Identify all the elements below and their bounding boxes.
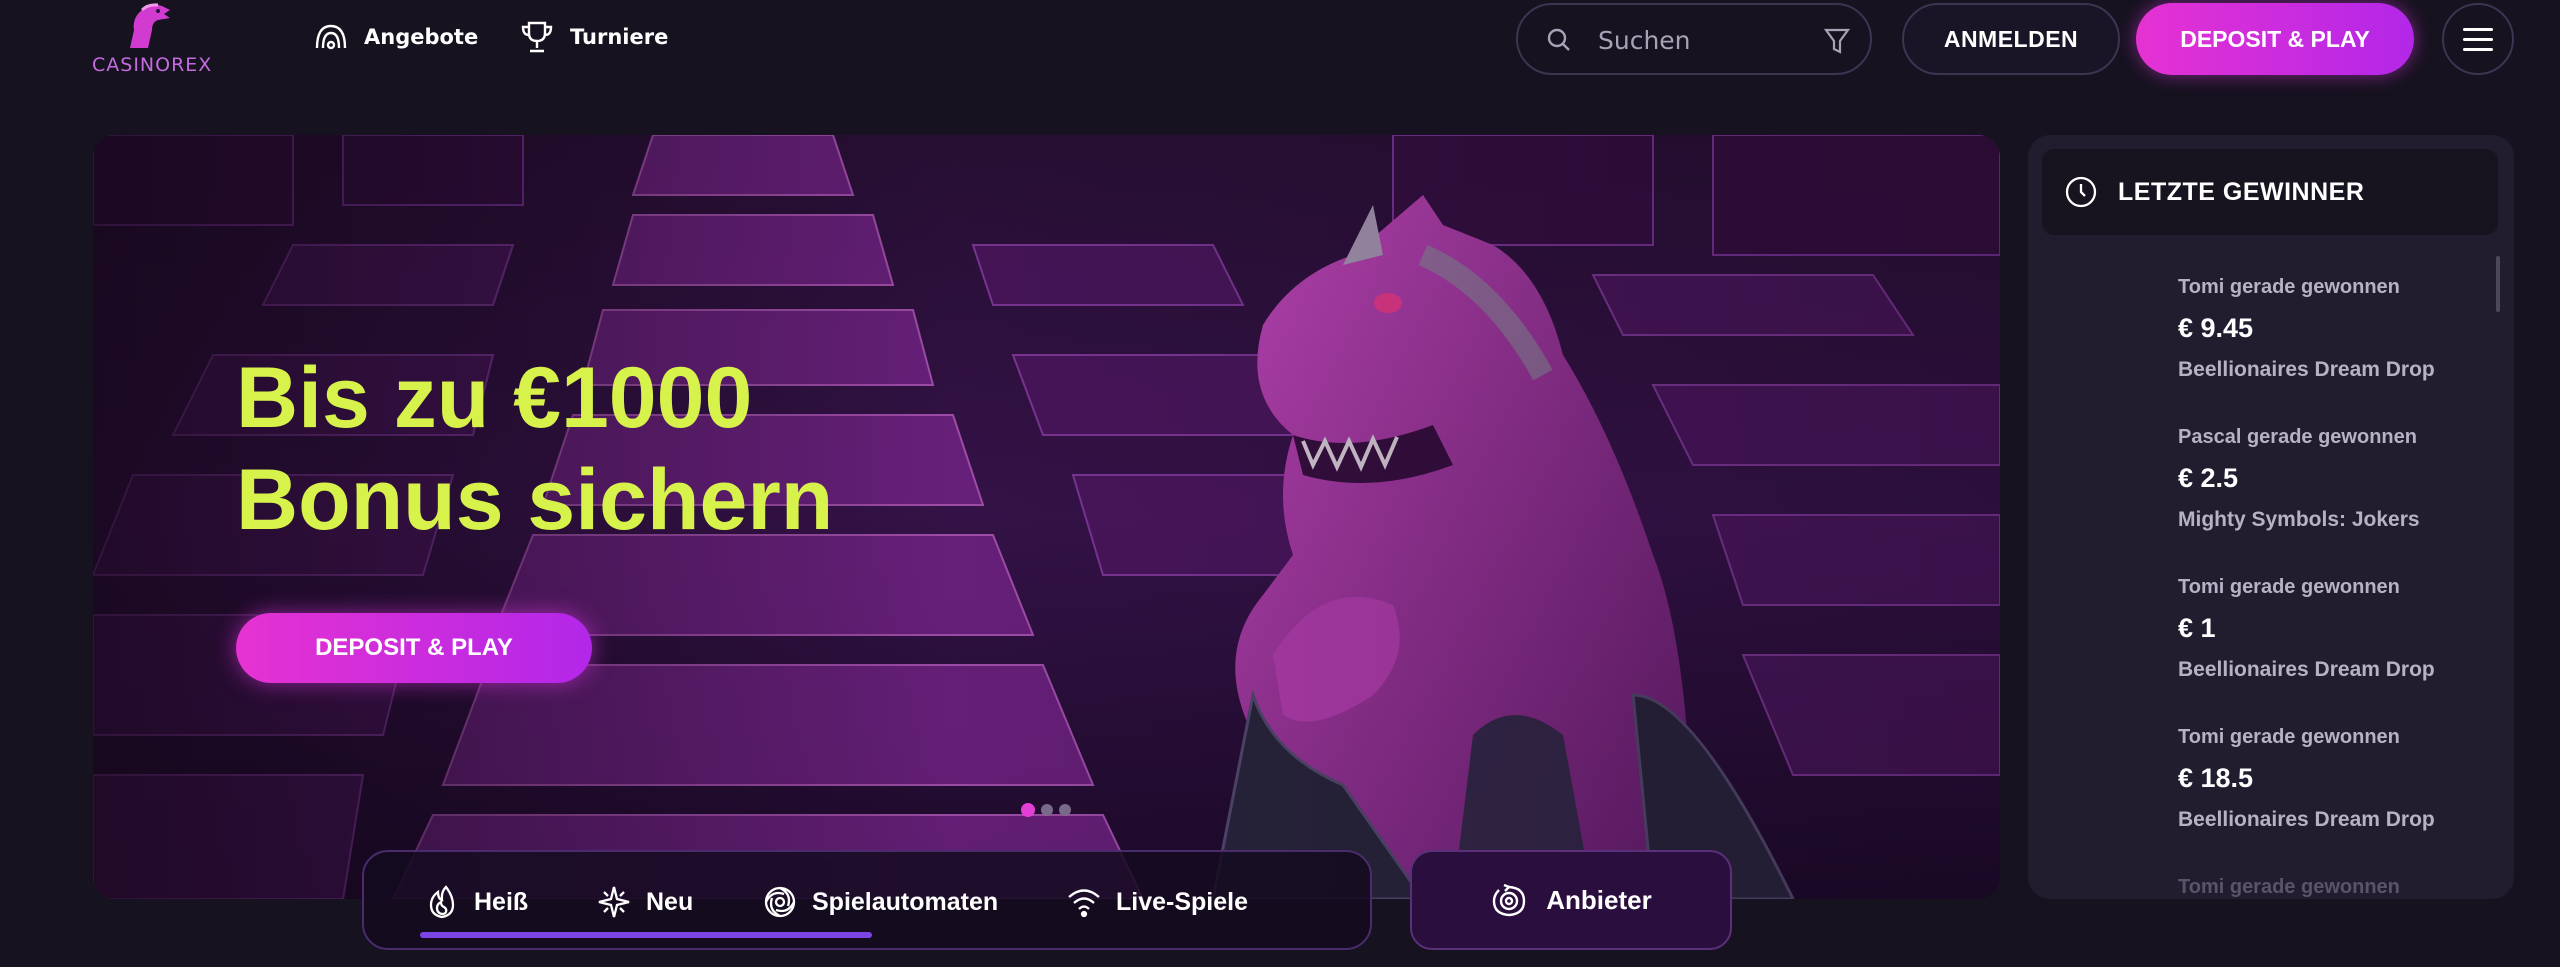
- tab-slots[interactable]: Spielautomaten: [762, 882, 998, 922]
- carousel-dots: [1021, 803, 1071, 817]
- recent-winners-title: LETZTE GEWINNER: [2118, 177, 2365, 206]
- winner-entry: Tomi gerade gewonnen € 18.5 Beellionaire…: [2178, 726, 2498, 832]
- tab-label: Live-Spiele: [1116, 887, 1248, 916]
- hero-headline: Bis zu €1000 Bonus sichern: [236, 347, 1136, 551]
- spiral-icon: [764, 886, 796, 918]
- winner-amount: € 9.45: [2178, 313, 2254, 343]
- providers-label: Anbieter: [1546, 884, 1652, 915]
- carousel-dot[interactable]: [1059, 804, 1071, 816]
- menu-button[interactable]: [2442, 3, 2514, 75]
- tab-new[interactable]: Neu: [596, 882, 693, 922]
- carousel-dot[interactable]: [1041, 804, 1053, 816]
- category-tabs: Heiß Neu Spielautomaten Live-Spiele: [362, 850, 1372, 950]
- nav-item-label: Angebote: [364, 25, 479, 49]
- flame-icon: [429, 885, 455, 919]
- deposit-play-button[interactable]: DEPOSIT & PLAY: [2136, 3, 2414, 75]
- winner-entry: Tomi gerade gewonnen: [2178, 876, 2498, 898]
- tab-label: Neu: [646, 887, 694, 916]
- hamburger-icon: [2463, 37, 2493, 41]
- sparkle-icon: [598, 886, 630, 918]
- active-tab-indicator: [420, 932, 872, 938]
- nav-item-label: Turniere: [570, 25, 669, 49]
- winner-entry: Tomi gerade gewonnen € 9.45 Beellionaire…: [2178, 276, 2498, 382]
- winner-name: Pascal gerade gewonnen: [2178, 426, 2417, 448]
- winner-game-link[interactable]: Beellionaires Dream Drop: [2178, 658, 2498, 682]
- offers-icon: [315, 24, 347, 50]
- filter-icon[interactable]: [1822, 25, 1852, 57]
- wifi-icon: [1068, 889, 1100, 918]
- providers-icon: [1493, 883, 1526, 917]
- logo-wordmark: CASINOREX: [92, 54, 213, 76]
- search-box[interactable]: [1516, 3, 1872, 75]
- hero-headline-line2: Bonus sichern: [236, 452, 834, 548]
- tab-label: Heiß: [474, 887, 529, 916]
- providers-button[interactable]: Anbieter: [1410, 850, 1732, 950]
- winner-game-link[interactable]: Mighty Symbols: Jokers: [2178, 508, 2498, 532]
- carousel-dot[interactable]: [1021, 803, 1035, 817]
- casinorex-logo[interactable]: CASINOREX: [90, 0, 213, 80]
- tab-label: Spielautomaten: [812, 887, 999, 916]
- winner-entry: Tomi gerade gewonnen € 1 Beellionaires D…: [2178, 576, 2498, 682]
- hero-headline-line1: Bis zu €1000: [236, 350, 753, 446]
- winner-name: Tomi gerade gewonnen: [2178, 276, 2400, 298]
- nav-item-offers[interactable]: Angebote: [312, 14, 478, 60]
- winner-name: Tomi gerade gewonnen: [2178, 876, 2400, 898]
- clock-icon: [2065, 176, 2097, 208]
- winner-amount: € 1: [2178, 613, 2216, 643]
- trophy-icon: [521, 21, 553, 53]
- login-button[interactable]: ANMELDEN: [1902, 3, 2120, 75]
- hero-banner[interactable]: Bis zu €1000 Bonus sichern DEPOSIT & PLA…: [93, 135, 2000, 899]
- winner-name: Tomi gerade gewonnen: [2178, 576, 2400, 598]
- dino-logo-icon: [130, 3, 170, 48]
- search-icon: [1547, 28, 1570, 51]
- winner-name: Tomi gerade gewonnen: [2178, 726, 2400, 748]
- recent-winners-header: LETZTE GEWINNER: [2042, 149, 2498, 235]
- winner-amount: € 2.5: [2178, 463, 2239, 493]
- winner-game-link[interactable]: Beellionaires Dream Drop: [2178, 358, 2498, 382]
- site-header: CASINOREX Angebote Turniere ANMELDEN DEP…: [0, 0, 2560, 90]
- nav-item-tournaments[interactable]: Turniere: [518, 14, 668, 60]
- winner-amount: € 18.5: [2178, 763, 2254, 793]
- hero-deposit-play-button[interactable]: DEPOSIT & PLAY: [236, 613, 592, 683]
- tab-hot[interactable]: Heiß: [424, 882, 528, 922]
- winner-game-link[interactable]: Beellionaires Dream Drop: [2178, 808, 2498, 832]
- tab-live-games[interactable]: Live-Spiele: [1066, 882, 1248, 922]
- winner-entry: Pascal gerade gewonnen € 2.5 Mighty Symb…: [2178, 426, 2498, 532]
- search-input[interactable]: [1598, 19, 1798, 61]
